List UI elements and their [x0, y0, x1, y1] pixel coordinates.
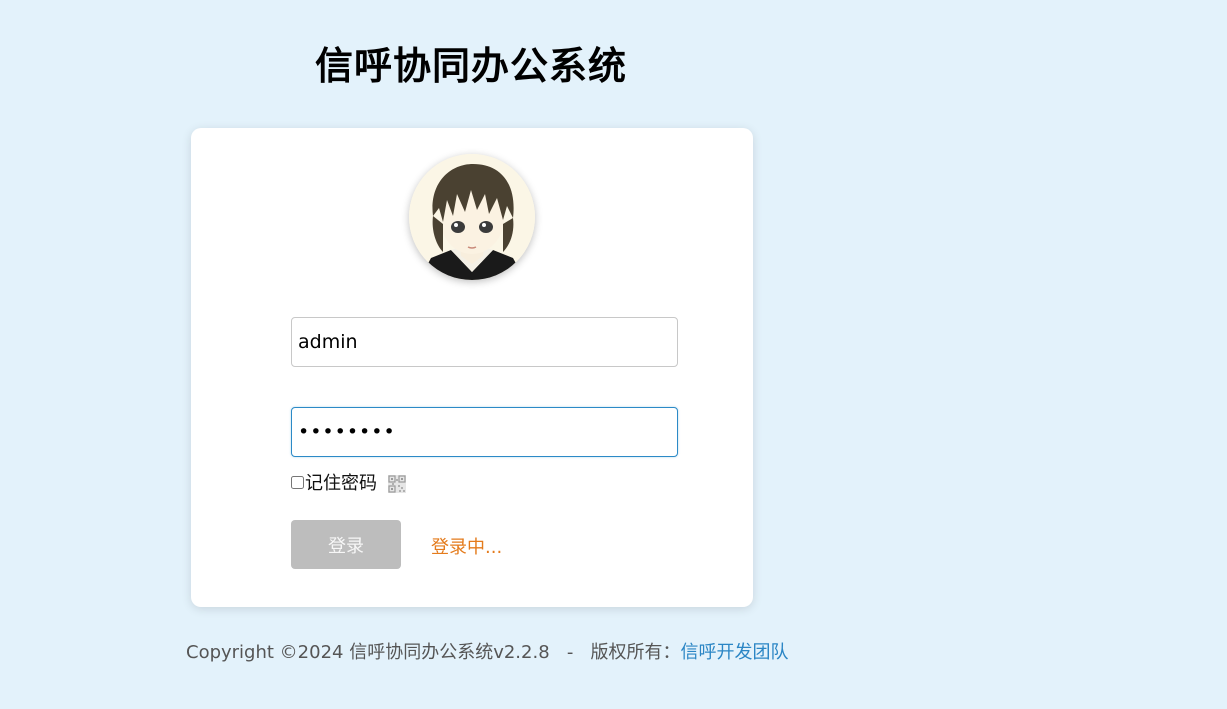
remember-password[interactable]: 记住密码 — [291, 470, 406, 494]
qr-code-icon[interactable] — [388, 474, 406, 493]
avatar — [409, 154, 535, 280]
remember-password-checkbox[interactable] — [291, 475, 304, 489]
username-input[interactable] — [291, 317, 678, 367]
login-card: 记住密码 登录 登录 — [191, 128, 753, 607]
footer-separator: - — [566, 642, 574, 663]
remember-password-label: 记住密码 — [305, 473, 377, 494]
footer: Copyright ©2024 信呼协同办公系统v2.2.8 - 版权所有：信呼… — [186, 638, 789, 664]
login-button[interactable]: 登录 — [291, 520, 401, 569]
rights-label: 版权所有： — [590, 642, 681, 663]
copyright-text: Copyright ©2024 信呼协同办公系统v2.2.8 — [186, 642, 550, 663]
password-input[interactable] — [291, 407, 678, 457]
login-page: 信呼协同办公系统 admin 记住密码 登录 登录中... Copyright … — [0, 0, 1227, 709]
team-link[interactable]: 信呼开发团队 — [681, 642, 789, 663]
login-status-text: 登录中... — [431, 537, 503, 558]
page-title: 信呼协同办公系统 — [314, 44, 627, 88]
avatar-icon — [409, 154, 535, 280]
